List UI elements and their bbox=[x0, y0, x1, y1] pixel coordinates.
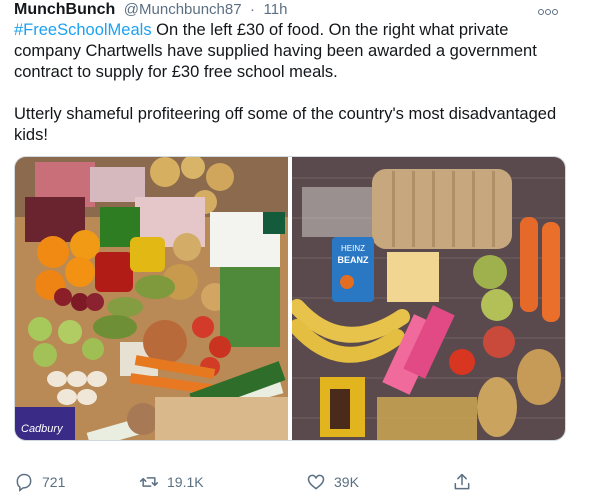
author-name[interactable]: MunchBunch bbox=[14, 1, 115, 18]
retweet-count: 19.1K bbox=[167, 474, 204, 490]
beans-label-1: HEINZ bbox=[341, 244, 365, 253]
like-count: 39K bbox=[334, 474, 359, 490]
retweet-icon bbox=[139, 477, 159, 487]
tweet-time[interactable]: 11h bbox=[264, 1, 288, 18]
author-handle[interactable]: @Munchbunch87 bbox=[124, 1, 242, 18]
left-photo[interactable]: Cadbury bbox=[15, 157, 288, 440]
right-photo-image: HEINZ BEANZ bbox=[292, 157, 565, 440]
tweet-media: Cadbury HEINZ BEANZ bbox=[14, 156, 566, 441]
right-photo[interactable]: HEINZ BEANZ bbox=[292, 157, 565, 440]
tweet-text-part2: Utterly shameful profiteering off some o… bbox=[14, 105, 557, 144]
reply-count: 721 bbox=[42, 474, 66, 490]
more-options-icon[interactable] bbox=[538, 2, 560, 15]
beans-label-2: BEANZ bbox=[338, 255, 370, 265]
left-photo-image: Cadbury bbox=[15, 157, 288, 440]
tweet-text: #FreeSchoolMeals On the left £30 of food… bbox=[14, 20, 574, 146]
share-button[interactable] bbox=[452, 472, 472, 492]
heart-icon bbox=[307, 474, 325, 490]
like-button[interactable]: 39K bbox=[306, 472, 359, 492]
retweet-button[interactable]: 19.1K bbox=[139, 472, 204, 492]
tweet-header: MunchBunch @Munchbunch87 · 11h bbox=[14, 0, 574, 22]
biscuit-label: Cadbury bbox=[21, 423, 64, 435]
hashtag-link[interactable]: #FreeSchoolMeals bbox=[14, 21, 152, 39]
reply-icon bbox=[16, 473, 32, 492]
separator-dot: · bbox=[250, 1, 256, 18]
share-icon bbox=[454, 473, 470, 490]
tweet-actions: 721 19.1K 39K bbox=[14, 472, 574, 496]
reply-button[interactable]: 721 bbox=[14, 472, 65, 492]
